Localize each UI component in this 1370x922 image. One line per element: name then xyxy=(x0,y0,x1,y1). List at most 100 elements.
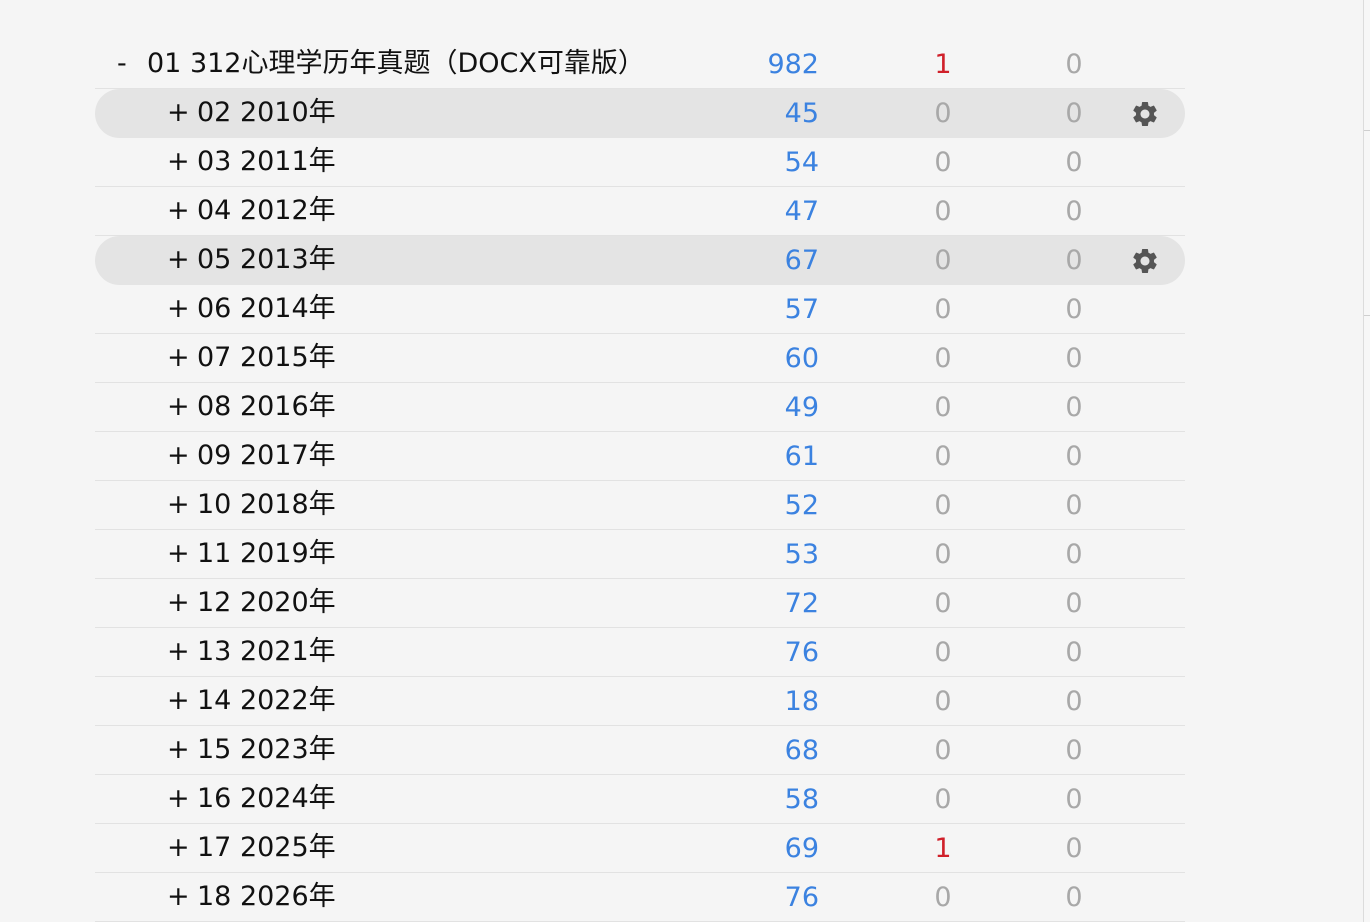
deck-row[interactable]: +13 2021年 76 0 0 xyxy=(95,628,1185,677)
learn-count: 0 xyxy=(934,588,952,619)
deck-name[interactable]: +17 2025年 xyxy=(167,824,336,872)
deck-name[interactable]: +05 2013年 xyxy=(167,236,336,284)
deck-name-label[interactable]: 04 2012年 xyxy=(197,186,336,236)
deck-name-label[interactable]: 05 2013年 xyxy=(197,235,336,285)
new-count: 76 xyxy=(784,882,819,913)
new-count: 76 xyxy=(784,637,819,668)
new-count: 69 xyxy=(784,833,819,864)
deck-browser-window: -01 312心理学历年真题（DOCX可靠版） 982 1 0 +02 2010年 45 0… xyxy=(0,0,1370,922)
gear-icon[interactable] xyxy=(1130,246,1160,276)
deck-name-label[interactable]: 17 2025年 xyxy=(197,823,336,873)
deck-name-label[interactable]: 18 2026年 xyxy=(197,872,336,922)
deck-name-label[interactable]: 13 2021年 xyxy=(197,627,336,677)
deck-row[interactable]: +06 2014年 57 0 0 xyxy=(95,285,1185,334)
deck-name-label[interactable]: 16 2024年 xyxy=(197,774,336,824)
deck-row[interactable]: +05 2013年 67 0 0 xyxy=(95,236,1185,285)
expand-toggle[interactable]: + xyxy=(167,333,197,383)
deck-name[interactable]: +06 2014年 xyxy=(167,285,336,333)
due-count: 0 xyxy=(1065,784,1083,815)
new-count: 47 xyxy=(784,196,819,227)
due-count: 0 xyxy=(1065,686,1083,717)
learn-count: 0 xyxy=(934,882,952,913)
expand-toggle[interactable]: + xyxy=(167,774,197,824)
expand-toggle[interactable]: + xyxy=(167,235,197,285)
deck-name-label[interactable]: 15 2023年 xyxy=(197,725,336,775)
deck-row[interactable]: +18 2026年 76 0 0 xyxy=(95,873,1185,922)
learn-count: 0 xyxy=(934,245,952,276)
right-panel-edge[interactable] xyxy=(1363,0,1370,922)
new-count: 45 xyxy=(784,98,819,129)
learn-count: 0 xyxy=(934,637,952,668)
deck-name-label[interactable]: 02 2010年 xyxy=(197,88,336,138)
expand-toggle[interactable]: + xyxy=(167,284,197,334)
deck-name-label[interactable]: 12 2020年 xyxy=(197,578,336,628)
deck-name-label[interactable]: 08 2016年 xyxy=(197,382,336,432)
expand-toggle[interactable]: + xyxy=(167,676,197,726)
expand-toggle[interactable]: + xyxy=(167,529,197,579)
due-count: 0 xyxy=(1065,882,1083,913)
learn-count: 0 xyxy=(934,441,952,472)
learn-count: 0 xyxy=(934,539,952,570)
deck-name[interactable]: +04 2012年 xyxy=(167,187,336,235)
deck-name[interactable]: +18 2026年 xyxy=(167,873,336,921)
deck-name[interactable]: +09 2017年 xyxy=(167,432,336,480)
deck-name[interactable]: +16 2024年 xyxy=(167,775,336,823)
deck-name-label[interactable]: 06 2014年 xyxy=(197,284,336,334)
deck-row[interactable]: +17 2025年 69 1 0 xyxy=(95,824,1185,873)
deck-row[interactable]: +09 2017年 61 0 0 xyxy=(95,432,1185,481)
deck-name-label[interactable]: 01 312心理学历年真题（DOCX可靠版） xyxy=(147,39,645,89)
expand-toggle[interactable]: + xyxy=(167,137,197,187)
expand-toggle[interactable]: + xyxy=(167,823,197,873)
deck-name-label[interactable]: 11 2019年 xyxy=(197,529,336,579)
deck-row[interactable]: +11 2019年 53 0 0 xyxy=(95,530,1185,579)
expand-toggle[interactable]: + xyxy=(167,725,197,775)
expand-toggle[interactable]: + xyxy=(167,431,197,481)
expand-toggle[interactable]: + xyxy=(167,872,197,922)
deck-row[interactable]: +15 2023年 68 0 0 xyxy=(95,726,1185,775)
learn-count: 0 xyxy=(934,490,952,521)
deck-name[interactable]: +07 2015年 xyxy=(167,334,336,382)
expand-toggle[interactable]: + xyxy=(167,578,197,628)
expand-toggle[interactable]: + xyxy=(167,480,197,530)
learn-count: 0 xyxy=(934,343,952,374)
expand-toggle[interactable]: + xyxy=(167,627,197,677)
new-count: 58 xyxy=(784,784,819,815)
deck-name-label[interactable]: 10 2018年 xyxy=(197,480,336,530)
due-count: 0 xyxy=(1065,245,1083,276)
deck-name[interactable]: +12 2020年 xyxy=(167,579,336,627)
expand-toggle[interactable]: + xyxy=(167,186,197,236)
deck-name[interactable]: -01 312心理学历年真题（DOCX可靠版） xyxy=(117,40,645,88)
collapse-toggle[interactable]: - xyxy=(117,39,147,89)
new-count: 67 xyxy=(784,245,819,276)
deck-row[interactable]: +16 2024年 58 0 0 xyxy=(95,775,1185,824)
deck-name-label[interactable]: 09 2017年 xyxy=(197,431,336,481)
deck-name[interactable]: +11 2019年 xyxy=(167,530,336,578)
due-count: 0 xyxy=(1065,441,1083,472)
deck-row[interactable]: +04 2012年 47 0 0 xyxy=(95,187,1185,236)
deck-row[interactable]: -01 312心理学历年真题（DOCX可靠版） 982 1 0 xyxy=(95,40,1185,89)
deck-name-label[interactable]: 14 2022年 xyxy=(197,676,336,726)
deck-name[interactable]: +13 2021年 xyxy=(167,628,336,676)
deck-name[interactable]: +02 2010年 xyxy=(167,89,336,137)
deck-name[interactable]: +08 2016年 xyxy=(167,383,336,431)
new-count: 53 xyxy=(784,539,819,570)
deck-name[interactable]: +15 2023年 xyxy=(167,726,336,774)
deck-row[interactable]: +08 2016年 49 0 0 xyxy=(95,383,1185,432)
deck-name[interactable]: +03 2011年 xyxy=(167,138,336,186)
deck-row[interactable]: +07 2015年 60 0 0 xyxy=(95,334,1185,383)
gear-icon[interactable] xyxy=(1130,99,1160,129)
deck-row[interactable]: +02 2010年 45 0 0 xyxy=(95,89,1185,138)
deck-list: -01 312心理学历年真题（DOCX可靠版） 982 1 0 +02 2010年 45 0… xyxy=(95,40,1185,922)
deck-row[interactable]: +10 2018年 52 0 0 xyxy=(95,481,1185,530)
due-count: 0 xyxy=(1065,343,1083,374)
expand-toggle[interactable]: + xyxy=(167,88,197,138)
deck-name[interactable]: +14 2022年 xyxy=(167,677,336,725)
new-count: 18 xyxy=(784,686,819,717)
deck-row[interactable]: +12 2020年 72 0 0 xyxy=(95,579,1185,628)
deck-name[interactable]: +10 2018年 xyxy=(167,481,336,529)
expand-toggle[interactable]: + xyxy=(167,382,197,432)
deck-name-label[interactable]: 07 2015年 xyxy=(197,333,336,383)
deck-name-label[interactable]: 03 2011年 xyxy=(197,137,336,187)
deck-row[interactable]: +14 2022年 18 0 0 xyxy=(95,677,1185,726)
deck-row[interactable]: +03 2011年 54 0 0 xyxy=(95,138,1185,187)
